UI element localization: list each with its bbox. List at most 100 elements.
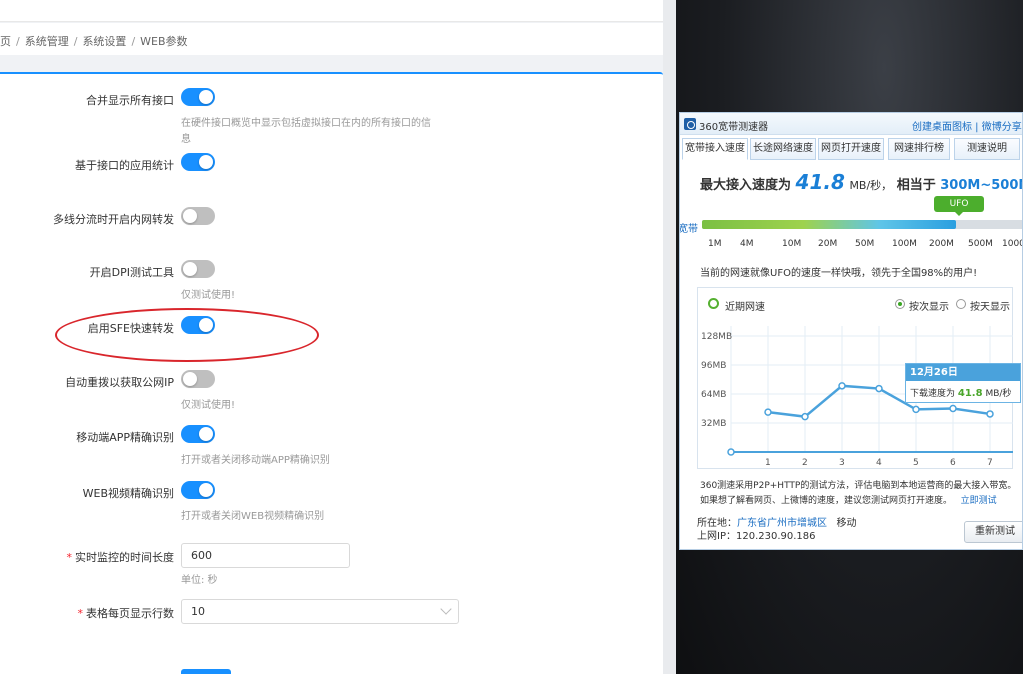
note-line-2: 如果想了解看网页、上微博的速度，建议您测试网页打开速度。 立即测试 <box>700 496 997 506</box>
setting-label: 多线分流时开启内网转发 <box>53 213 174 226</box>
toggle-knob <box>183 209 197 223</box>
x-tick-label: 5 <box>913 458 919 468</box>
location-info: 所在地：广东省广州市增城区 移动 上网IP：120.230.90.186 <box>697 518 857 542</box>
setting-label: 合并显示所有接口 <box>86 94 174 107</box>
setting-toggle[interactable] <box>181 370 215 388</box>
x-tick-label: 4 <box>876 458 882 468</box>
monitor-time-unit: 单位: 秒 <box>181 575 218 586</box>
note-line-1: 360测速采用P2P+HTTP的测试方法，评估电脑到本地运营商的最大接入带宽。 <box>700 481 1017 491</box>
toggle-knob <box>199 318 213 332</box>
chevron-down-icon <box>440 603 452 615</box>
setting-help-text: 打开或者关闭移动端APP精确识别 <box>181 455 330 466</box>
page-scroll-gutter <box>663 0 676 674</box>
max-speed-line: 最大接入速度为 41.8 MB/秒， 相当于 300M~500M 宽带 <box>700 170 1023 194</box>
setting-label: 自动重拨以获取公网IP <box>65 376 174 389</box>
breadcrumb-web-params: WEB参数 <box>140 35 188 48</box>
data-point <box>764 408 772 416</box>
save-button[interactable] <box>181 669 231 674</box>
breadcrumb-system-settings[interactable]: 系统设置 <box>82 35 126 48</box>
y-tick-label: 64MB <box>701 390 726 400</box>
y-tick-label: 32MB <box>701 419 726 429</box>
setting-toggle[interactable] <box>181 260 215 278</box>
toggle-knob <box>199 155 213 169</box>
bandwidth-scale-tick: 100M <box>892 239 917 249</box>
tab-explain[interactable]: 测速说明 <box>954 138 1020 160</box>
data-point <box>875 384 883 393</box>
setting-label: WEB视频精确识别 <box>82 487 174 500</box>
breadcrumb-bar: 页 / 系统管理 / 系统设置 / WEB参数 <box>0 23 676 55</box>
monitor-time-input[interactable]: 600 <box>181 543 350 568</box>
x-tick-label: 7 <box>987 458 993 468</box>
breadcrumb-sep: / <box>16 35 20 48</box>
setting-label: 移动端APP精确识别 <box>76 431 174 444</box>
setting-toggle[interactable] <box>181 316 215 334</box>
speedtest-titlebar: 360宽带测速器 创建桌面图标 | 微博分享 <box>680 113 1022 135</box>
breadcrumb-system-management[interactable]: 系统管理 <box>25 35 69 48</box>
toggle-knob <box>183 262 197 276</box>
setting-toggle[interactable] <box>181 88 215 106</box>
test-now-link[interactable]: 立即测试 <box>961 496 997 506</box>
origin-point <box>727 448 735 456</box>
x-tick-label: 3 <box>839 458 845 468</box>
setting-toggle[interactable] <box>181 207 215 225</box>
ufo-badge: UFO <box>934 196 984 216</box>
bandwidth-bar <box>702 220 1022 229</box>
setting-help-text: 息 <box>181 134 191 145</box>
location-city: 广东省广州市增城区 <box>737 518 827 529</box>
bandwidth-scale-tick: 4M <box>740 239 754 249</box>
data-point <box>949 404 957 413</box>
speedtest-window: 360宽带测速器 创建桌面图标 | 微博分享 宽带接入速度 长途网络速度 网页打… <box>679 112 1023 550</box>
radio-by-test[interactable] <box>895 299 905 309</box>
setting-toggle[interactable] <box>181 481 215 499</box>
setting-help-text: 在硬件接口概览中显示包括虚拟接口在内的所有接口的信 <box>181 118 431 129</box>
speedtest-tabs: 宽带接入速度 长途网络速度 网页打开速度 网速排行榜 测速说明 <box>680 138 1022 160</box>
toggle-knob <box>199 483 213 497</box>
breadcrumb-home[interactable]: 页 <box>0 35 11 48</box>
setting-toggle[interactable] <box>181 425 215 443</box>
bandwidth-scale-tick: 20M <box>818 239 838 249</box>
breadcrumb: 页 / 系统管理 / 系统设置 / WEB参数 <box>0 33 188 49</box>
data-point <box>986 410 994 418</box>
tab-web-open[interactable]: 网页打开速度 <box>818 138 884 160</box>
radio-by-day[interactable] <box>956 299 966 309</box>
retest-button[interactable]: 重新测试 <box>964 521 1022 543</box>
x-tick-label: 1 <box>765 458 771 468</box>
clock-icon <box>708 298 719 309</box>
bandwidth-scale-tick: 1000 <box>1002 239 1023 249</box>
bandwidth-bar-fill <box>702 220 957 229</box>
chart-title: 近期网速 <box>725 302 765 313</box>
setting-help-text: 仅测试使用! <box>181 290 236 301</box>
setting-label: 开启DPI测试工具 <box>89 266 174 279</box>
speedtest-title: 360宽带测速器 <box>699 122 769 133</box>
toggle-knob <box>199 427 213 441</box>
tab-access-speed[interactable]: 宽带接入速度 <box>682 138 748 160</box>
toggle-knob <box>199 90 213 104</box>
bandwidth-scale-tick: 1M <box>708 239 722 249</box>
setting-label: 基于接口的应用统计 <box>75 159 174 172</box>
breadcrumb-sep: / <box>73 35 78 48</box>
data-point <box>912 405 920 414</box>
setting-toggle[interactable] <box>181 153 215 171</box>
max-speed-value: 41.8 <box>795 170 845 194</box>
tab-ranking[interactable]: 网速排行榜 <box>888 138 950 160</box>
setting-help-text: 打开或者关闭WEB视频精确识别 <box>181 511 325 522</box>
y-tick-label: 128MB <box>701 332 732 342</box>
rows-per-page-select[interactable]: 10 <box>181 599 459 624</box>
360-logo-icon <box>684 118 696 130</box>
radio-by-test-label: 按次显示 <box>909 302 949 313</box>
data-point <box>801 412 809 421</box>
method-note: 360测速采用P2P+HTTP的测试方法，评估电脑到本地运营商的最大接入带宽。 … <box>700 479 1020 509</box>
tooltip-body: 下载速度为 41.8 MB/秒 <box>910 388 1012 399</box>
tab-long-distance[interactable]: 长途网络速度 <box>750 138 816 160</box>
setting-label: 启用SFE快速转发 <box>87 322 174 335</box>
bandwidth-bar-label: 宽带 <box>679 224 698 235</box>
top-navbar <box>0 0 676 22</box>
rows-per-page-value: 10 <box>191 605 205 618</box>
monitor-time-label: * 实时监控的时间长度 <box>66 551 175 564</box>
tooltip-date: 12月26日 <box>906 364 1020 381</box>
speedtest-links[interactable]: 创建桌面图标 | 微博分享 <box>912 118 1022 133</box>
chart-tooltip: 12月26日 下载速度为 41.8 MB/秒 <box>905 363 1021 403</box>
setting-help-text: 仅测试使用! <box>181 400 236 411</box>
compare-text: 当前的网速就像UFO的速度一样快哦，领先于全国98%的用户! <box>700 268 978 279</box>
x-tick-label: 2 <box>802 458 808 468</box>
